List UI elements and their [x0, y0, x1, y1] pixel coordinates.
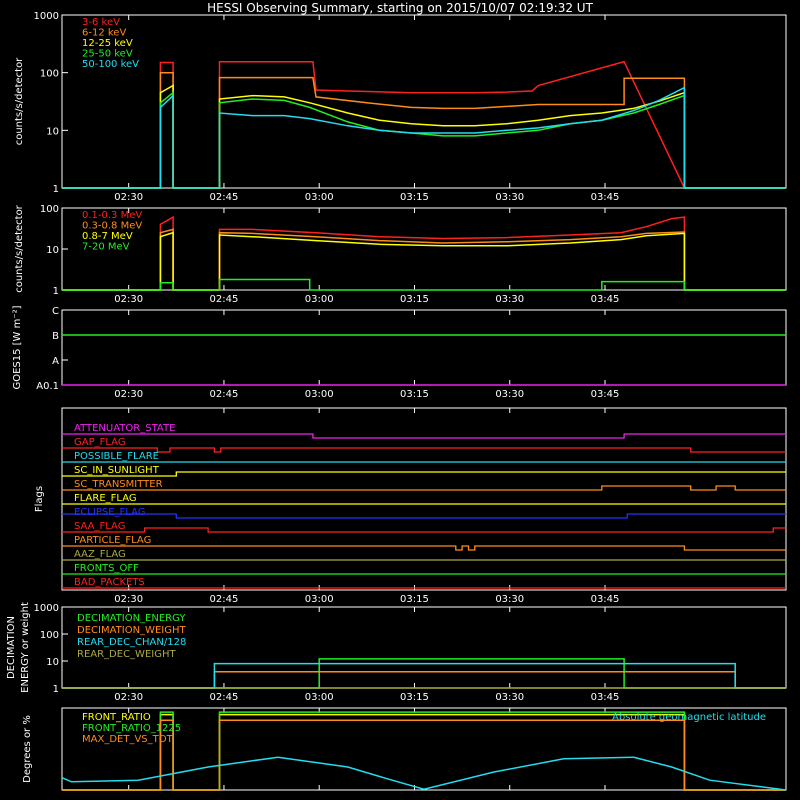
flag-label: FRONTS_OFF	[74, 563, 139, 574]
flag-label: BAD_PACKETS	[74, 577, 145, 588]
series-line	[61, 756, 787, 791]
legend-entry: Absolute geomagnetic latitude	[612, 712, 766, 723]
flag-label: POSSIBLE_FLARE	[74, 451, 159, 462]
flag-label: ECLIPSE_FLAG	[74, 507, 145, 518]
flag-line	[62, 433, 786, 439]
x-tick-label: 02:30	[114, 389, 143, 400]
panel-frame	[61, 407, 787, 591]
x-tick-label: 03:30	[495, 294, 524, 305]
x-tick-label: 03:15	[400, 389, 429, 400]
legend-entry: 6-12 keV	[82, 28, 126, 39]
x-tick-label: 03:45	[591, 192, 620, 203]
flag-label: SC_TRANSMITTER	[74, 479, 163, 490]
y-tick-label: 1	[53, 184, 59, 195]
y-tick-label: 100	[40, 630, 59, 641]
x-tick-label: 02:45	[210, 692, 239, 703]
series-line	[62, 670, 786, 689]
legend-entry: 0.8-7 MeV	[82, 231, 133, 242]
series-line	[62, 215, 786, 291]
flag-label: FLARE_FLAG	[74, 493, 137, 504]
x-tick-label: 03:00	[305, 389, 334, 400]
legend-entry: FRONT_RATIO_1225	[82, 723, 181, 734]
flag-line	[62, 471, 786, 477]
x-tick-label: 03:45	[591, 389, 620, 400]
legend-entry: REAR_DEC_CHAN/128	[77, 637, 186, 648]
legend-entry: 25-50 keV	[82, 49, 133, 60]
flag-line	[62, 485, 786, 491]
series-line	[62, 662, 786, 689]
x-tick-label: 02:30	[114, 594, 143, 605]
y-axis-label: counts/s/detector	[14, 57, 25, 145]
x-tick-label: 03:00	[305, 192, 334, 203]
panel-frame	[61, 207, 787, 291]
x-tick-label: 03:30	[495, 594, 524, 605]
legend-entry: 50-100 keV	[82, 59, 139, 70]
x-tick-label: 03:00	[305, 692, 334, 703]
x-tick-label: 02:30	[114, 294, 143, 305]
y-tick-label: 1	[53, 286, 59, 297]
y-tick-label: 10	[46, 126, 59, 137]
chart-title: HESSI Observing Summary, starting on 201…	[207, 1, 593, 15]
flag-line	[62, 513, 786, 519]
flag-line	[62, 527, 786, 533]
legend-entry: 3-6 keV	[82, 17, 120, 28]
y-tick-label: 10	[46, 657, 59, 668]
panel-frame	[61, 14, 787, 189]
y-axis-label: GOES15 [W m⁻²]	[12, 305, 23, 389]
panel-frame	[61, 309, 787, 386]
x-tick-label: 02:30	[114, 692, 143, 703]
legend-entry: REAR_DEC_WEIGHT	[77, 649, 176, 660]
x-tick-label: 03:45	[591, 692, 620, 703]
x-tick-label: 02:45	[210, 294, 239, 305]
y-tick-label: C	[52, 306, 59, 317]
flag-label: SAA_FLAG	[74, 521, 125, 532]
y-tick-label: B	[52, 331, 59, 342]
observing-summary-plot: 02:30 02:45 03:00 03:15 03:30 03:45 02:30 02:45…	[6, 11, 787, 791]
x-tick-label: 03:15	[400, 294, 429, 305]
x-tick-label: 03:45	[591, 594, 620, 605]
series-line	[62, 278, 786, 291]
x-tick-label: 02:30	[114, 192, 143, 203]
x-tick-label: 03:15	[400, 692, 429, 703]
legend-entry: FRONT_RATIO	[82, 712, 151, 723]
flag-label: AAZ_FLAG	[74, 549, 126, 560]
flag-label: GAP_FLAG	[74, 437, 126, 448]
flag-label: ATTENUATOR_STATE	[74, 423, 175, 434]
flag-line	[62, 447, 786, 453]
x-tick-label: 03:30	[495, 389, 524, 400]
y-tick-label: 10	[46, 245, 59, 256]
legend-entry: 0.3-0.8 MeV	[82, 221, 142, 232]
legend-entry: DECIMATION_ENERGY	[77, 613, 186, 624]
x-tick-label: 03:30	[495, 692, 524, 703]
y-tick-label: A	[52, 356, 59, 367]
x-tick-label: 03:15	[400, 192, 429, 203]
x-tick-label: 03:00	[305, 294, 334, 305]
y-axis-label: DECIMATION	[6, 616, 17, 679]
flag-label: SC_IN_SUNLIGHT	[74, 465, 160, 476]
flag-line	[62, 545, 786, 551]
y-axis-label: Degrees or %	[22, 715, 33, 783]
legend-entry: 12-25 keV	[82, 38, 133, 49]
x-tick-label: 03:15	[400, 594, 429, 605]
y-tick-label: 100	[40, 69, 59, 80]
flag-label: PARTICLE_FLAG	[74, 535, 151, 546]
x-tick-label: 03:45	[591, 294, 620, 305]
legend-entry: 7-20 MeV	[82, 242, 130, 253]
legend-entry: 0.1-0.3 MeV	[82, 210, 142, 221]
legend-entry: DECIMATION_WEIGHT	[77, 625, 186, 636]
y-axis-label: Flags	[34, 486, 45, 512]
y-tick-label: 100	[40, 204, 59, 215]
y-tick-label: 1000	[34, 603, 59, 614]
x-tick-label: 02:45	[210, 594, 239, 605]
y-tick-label: 1	[53, 684, 59, 695]
y-axis-label: counts/s/detector	[14, 204, 25, 292]
series-line	[62, 71, 786, 189]
y-tick-label: A0.1	[36, 381, 59, 392]
x-tick-label: 02:45	[210, 389, 239, 400]
x-tick-label: 03:00	[305, 594, 334, 605]
x-tick-label: 02:45	[210, 192, 239, 203]
x-tick-label: 03:30	[495, 192, 524, 203]
legend-entry: MAX_DET_VS_TOT	[82, 734, 174, 745]
y-axis-label: ENERGY or weight	[20, 602, 31, 693]
